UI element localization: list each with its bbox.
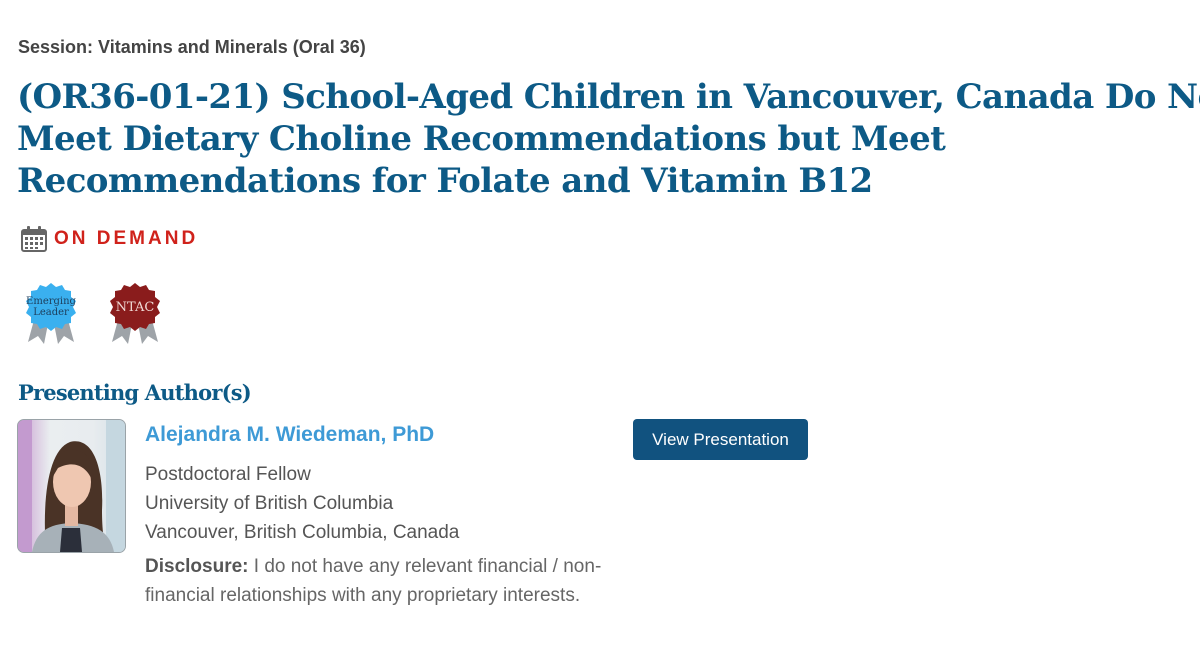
- author-avatar: [17, 419, 126, 553]
- emerging-leader-badge: Emerging Leader: [24, 280, 82, 346]
- author-role: Postdoctoral Fellow: [145, 464, 311, 485]
- author-location: Vancouver, British Columbia, Canada: [145, 522, 460, 543]
- session-label: Session: Vitamins and Minerals (Oral 36): [18, 37, 366, 57]
- availability-indicator: ON DEMAND: [20, 224, 198, 254]
- title-line: Recommendations for Folate and Vitamin B…: [17, 161, 873, 201]
- presenting-authors-heading: Presenting Author(s): [18, 380, 252, 405]
- author-details: Postdoctoral Fellow University of Britis…: [145, 460, 459, 547]
- author-photo: [18, 420, 125, 552]
- on-demand-label: ON DEMAND: [54, 228, 199, 249]
- badge-label: Emerging Leader: [26, 296, 76, 318]
- title-line: Meet Dietary Choline Recommendations but…: [17, 119, 946, 159]
- badge-label: NTAC: [115, 299, 155, 315]
- author-name[interactable]: Alejandra M. Wiedeman, PhD: [145, 423, 434, 447]
- presentation-title: (OR36-01-21) School-Aged Children in Van…: [17, 76, 1200, 202]
- view-presentation-button[interactable]: View Presentation: [633, 419, 808, 460]
- author-institution: University of British Columbia: [145, 493, 394, 514]
- disclosure-label: Disclosure:: [145, 556, 249, 577]
- calendar-icon: [21, 226, 47, 252]
- ntac-badge: NTAC: [108, 280, 166, 346]
- title-line: (OR36-01-21) School-Aged Children in Van…: [17, 77, 1200, 117]
- author-disclosure: Disclosure: I do not have any relevant f…: [145, 552, 615, 610]
